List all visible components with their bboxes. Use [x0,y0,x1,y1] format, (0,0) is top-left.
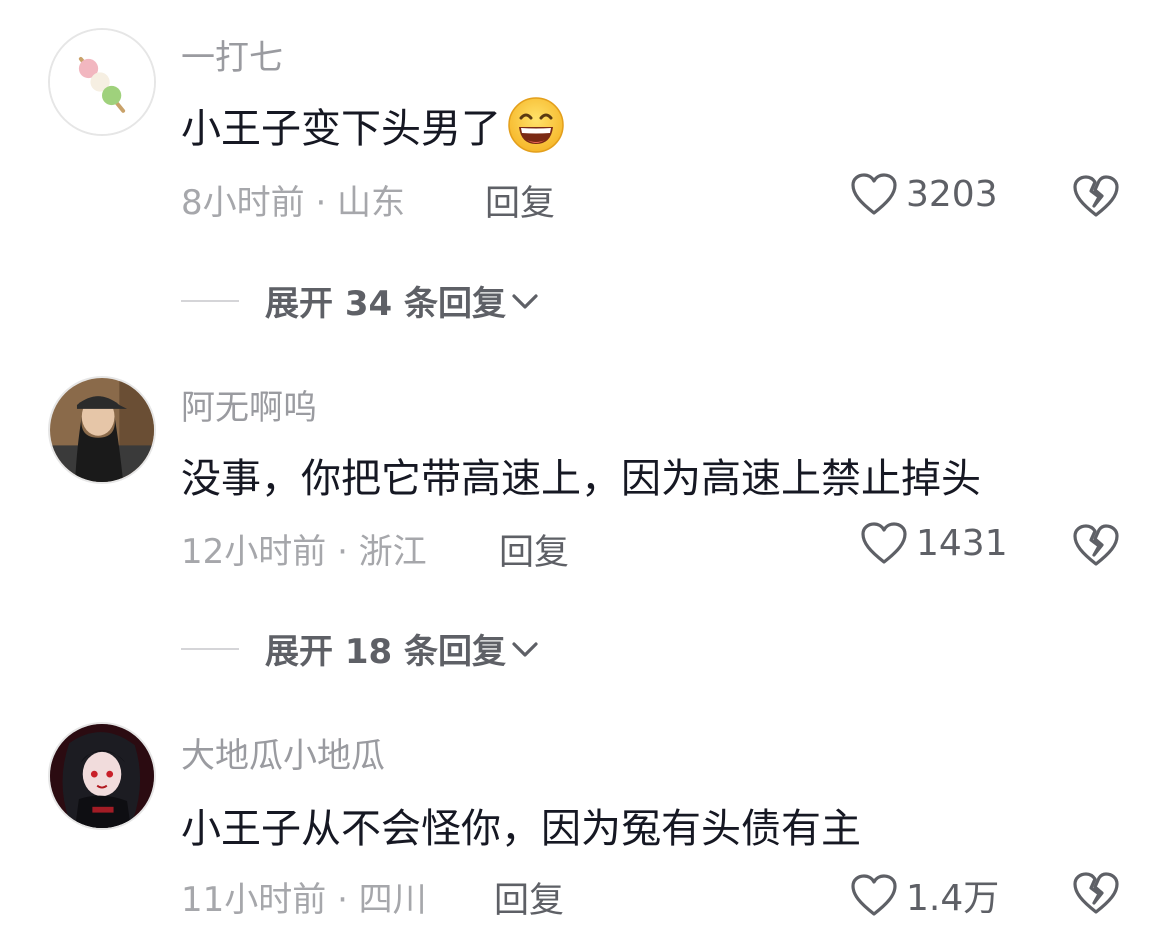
dislike-button[interactable] [1072,522,1120,568]
comment-meta: 11小时前 · 四川 [181,880,427,920]
reply-button[interactable]: 回复 [499,524,569,575]
dango-icon [50,30,154,134]
like-count: 1.4万 [906,878,1000,919]
avatar[interactable] [48,722,156,830]
heart-icon [851,874,897,916]
expand-replies-label: 展开 18 条回复 [265,632,506,672]
comment-text: 小王子从不会怪你，因为冤有头债有主 [181,796,861,854]
comment-text-body: 小王子从不会怪你，因为冤有头债有主 [181,806,861,852]
comment-meta: 12小时前 · 浙江 [181,532,427,572]
expand-replies-button[interactable]: 展开 34 条回复 [181,276,540,325]
grin-emoji-icon [507,96,565,154]
like-button[interactable]: 1.4万 [850,869,999,921]
comment-text: 没事，你把它带高速上，因为高速上禁止掉头 [181,446,981,504]
comment-text-body: 小王子变下头男了 [181,106,501,152]
anime-character-icon [50,724,154,828]
person-photo-icon [50,378,154,482]
reply-button[interactable]: 回复 [494,872,564,923]
chevron-down-icon [512,641,538,657]
heart-icon [851,173,897,215]
comment-meta: 8小时前 · 山东 [181,183,406,223]
heart-icon [861,522,907,564]
like-count: 3203 [906,173,998,215]
comment-text: 小王子变下头男了 [181,96,565,154]
avatar[interactable] [48,28,156,136]
divider-line [181,647,239,650]
comment-text-body: 没事，你把它带高速上，因为高速上禁止掉头 [181,456,981,502]
like-button[interactable]: 3203 [850,172,998,216]
expand-replies-label: 展开 34 条回复 [265,284,506,324]
avatar[interactable] [48,376,156,484]
divider-line [181,299,239,302]
reply-button[interactable]: 回复 [485,175,555,226]
expand-replies-button[interactable]: 展开 18 条回复 [181,624,540,673]
like-button[interactable]: 1431 [860,521,1008,565]
chevron-down-icon [512,293,538,309]
dislike-button[interactable] [1072,870,1120,916]
broken-heart-icon [1073,872,1119,914]
username[interactable]: 大地瓜小地瓜 [181,728,385,777]
broken-heart-icon [1073,175,1119,217]
broken-heart-icon [1073,524,1119,566]
username[interactable]: 一打七 [181,30,283,79]
dislike-button[interactable] [1072,173,1120,219]
username[interactable]: 阿无啊呜 [181,380,317,429]
like-count: 1431 [916,522,1008,564]
